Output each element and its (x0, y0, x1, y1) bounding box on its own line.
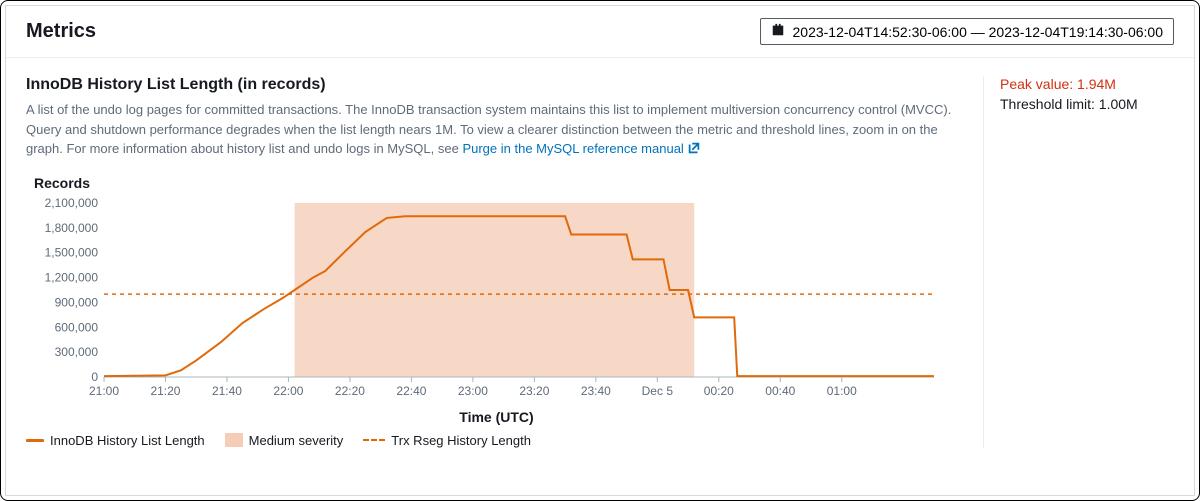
svg-text:00:20: 00:20 (704, 384, 734, 398)
svg-text:00:40: 00:40 (765, 384, 795, 398)
legend-dash-swatch (363, 439, 385, 441)
legend-threshold: Trx Rseg History Length (363, 433, 531, 448)
threshold-limit: Threshold limit: 1.00M (1000, 96, 1174, 112)
svg-text:21:00: 21:00 (89, 384, 119, 398)
svg-text:Dec 5: Dec 5 (642, 384, 674, 398)
summary-sidebar: Peak value: 1.94M Threshold limit: 1.00M (984, 76, 1174, 448)
chart-area[interactable]: 0 300,000 600,000 900,000 1,200,000 1,500,000… (26, 197, 944, 407)
calendar-icon (771, 23, 785, 40)
time-range-text: 2023-12-04T14:52:30-06:00 — 2023-12-04T1… (793, 24, 1164, 40)
svg-text:22:40: 22:40 (396, 384, 426, 398)
legend-band: Medium severity (225, 433, 344, 448)
legend-box-swatch (225, 433, 243, 447)
svg-text:1,200,000: 1,200,000 (45, 270, 99, 284)
page-title: Metrics (26, 20, 96, 43)
external-link-icon (687, 141, 701, 161)
svg-text:300,000: 300,000 (55, 345, 99, 359)
svg-text:21:20: 21:20 (150, 384, 180, 398)
svg-text:22:00: 22:00 (273, 384, 303, 398)
svg-text:23:40: 23:40 (581, 384, 611, 398)
chart-description: A list of the undo log pages for committ… (26, 100, 967, 161)
svg-text:0: 0 (91, 370, 98, 384)
reference-link[interactable]: Purge in the MySQL reference manual (462, 141, 701, 156)
y-axis-title: Records (34, 175, 967, 191)
svg-text:600,000: 600,000 (55, 320, 99, 334)
svg-text:900,000: 900,000 (55, 295, 99, 309)
legend-line-swatch (26, 439, 44, 442)
x-axis-title: Time (UTC) (26, 409, 967, 425)
svg-text:21:40: 21:40 (212, 384, 242, 398)
svg-text:01:00: 01:00 (827, 384, 857, 398)
svg-text:22:20: 22:20 (335, 384, 365, 398)
metrics-header: Metrics 2023-12-04T14:52:30-06:00 — 2023… (6, 6, 1194, 58)
svg-text:1,500,000: 1,500,000 (45, 245, 99, 259)
peak-value: Peak value: 1.94M (1000, 76, 1174, 92)
svg-text:1,800,000: 1,800,000 (45, 220, 99, 234)
legend-series: InnoDB History List Length (26, 433, 205, 448)
chart-title: InnoDB History List Length (in records) (26, 76, 967, 94)
time-range-button[interactable]: 2023-12-04T14:52:30-06:00 — 2023-12-04T1… (760, 18, 1175, 45)
chart-legend: InnoDB History List Length Medium severi… (26, 433, 967, 448)
svg-text:23:00: 23:00 (458, 384, 488, 398)
svg-text:23:20: 23:20 (519, 384, 549, 398)
svg-text:2,100,000: 2,100,000 (45, 197, 99, 210)
